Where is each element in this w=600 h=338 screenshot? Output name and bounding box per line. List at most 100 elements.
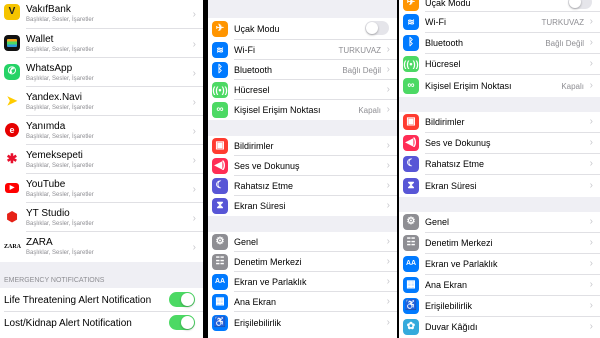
chevron-right-icon: ›	[192, 39, 196, 50]
app-name: Yanımda	[26, 121, 66, 132]
screen-time-row[interactable]: ⧗ Ekran Süresi ›	[399, 175, 600, 197]
section-gap	[399, 97, 600, 112]
home-screen-row[interactable]: ▦ Ana Ekran ›	[208, 292, 397, 312]
wallpaper-row[interactable]: ✿ Duvar Kâğıdı ›	[399, 317, 600, 338]
hourglass-icon: ⧗	[403, 178, 419, 194]
vakifbank-icon: V	[4, 4, 20, 20]
airplane-mode-label: Uçak Modu	[234, 24, 280, 34]
accessibility-label: Erişilebilirlik	[425, 301, 473, 311]
life-threatening-alert-row: Life Threatening Alert Notification	[0, 288, 203, 312]
hotspot-value: Kapalı	[561, 82, 584, 91]
chevron-right-icon: ›	[386, 236, 390, 247]
gear-icon: ⚙	[403, 214, 419, 230]
whatsapp-icon: ✆	[4, 64, 20, 80]
control-center-row[interactable]: ☷ Denetim Merkezi ›	[399, 233, 600, 254]
section-gap	[399, 197, 600, 212]
bluetooth-icon: ᛒ	[403, 35, 419, 51]
display-row[interactable]: AA Ekran ve Parlaklık ›	[208, 272, 397, 292]
dnd-row[interactable]: ☾ Rahatsız Etme ›	[208, 176, 397, 196]
screen-time-row[interactable]: ⧗ Ekran Süresi ›	[208, 196, 397, 216]
lost-kidnap-alert-row: Lost/Kidnap Alert Notification	[0, 312, 203, 338]
bluetooth-icon: ᛒ	[212, 62, 228, 78]
general-label: Genel	[234, 237, 259, 247]
app-name: WhatsApp	[26, 63, 73, 74]
app-row-wallet[interactable]: Wallet Başlıklar, Sesler, İşaretler ›	[0, 29, 203, 58]
wifi-row[interactable]: ≋ Wi-Fi TURKUVAZ ›	[208, 40, 397, 60]
settings-screen-left: ✈ Uçak Modu ≋ Wi-Fi TURKUVAZ › ᛒ Bluetoo…	[208, 0, 397, 338]
app-row-yandex-navi[interactable]: ➤ Yandex.Navi Başlıklar, Sesler, İşaretl…	[0, 87, 203, 116]
emergency-section-header: EMERGENCY NOTIFICATIONS	[4, 277, 105, 284]
notifications-row[interactable]: ▣ Bildirimler ›	[399, 112, 600, 133]
lost-kidnap-alert-toggle[interactable]	[169, 315, 195, 330]
zara-icon: ZARA	[4, 239, 21, 255]
sounds-row[interactable]: ◀) Ses ve Dokunuş ›	[208, 156, 397, 176]
notifications-label: Bildirimler	[425, 117, 465, 127]
app-row-yemeksepeti[interactable]: ✱ Yemeksepeti Başlıklar, Sesler, İşaretl…	[0, 145, 203, 174]
chevron-right-icon: ›	[589, 279, 593, 290]
chevron-right-icon: ›	[386, 256, 390, 267]
app-subtitle: Başlıklar, Sesler, İşaretler	[26, 17, 94, 23]
chevron-right-icon: ›	[589, 116, 593, 127]
screen-time-label: Ekran Süresi	[425, 181, 477, 191]
app-row-whatsapp[interactable]: ✆ WhatsApp Başlıklar, Sesler, İşaretler …	[0, 58, 203, 87]
app-row-yanimda[interactable]: e Yanımda Başlıklar, Sesler, İşaretler ›	[0, 116, 203, 145]
chevron-right-icon: ›	[386, 180, 390, 191]
hotspot-label: Kişisel Erişim Noktası	[425, 81, 512, 91]
moon-icon: ☾	[212, 178, 228, 194]
chevron-right-icon: ›	[386, 64, 390, 75]
notifications-icon: ▣	[403, 114, 419, 130]
dnd-label: Rahatsız Etme	[425, 159, 485, 169]
chevron-right-icon: ›	[192, 213, 196, 224]
hotspot-icon: ∞	[212, 102, 228, 118]
gear-icon: ⚙	[212, 234, 228, 250]
accessibility-row[interactable]: ♿ Erişilebilirlik ›	[208, 312, 397, 338]
chevron-right-icon: ›	[589, 58, 593, 69]
notifications-row[interactable]: ▣ Bildirimler ›	[208, 136, 397, 156]
top-gap	[208, 0, 397, 18]
general-row[interactable]: ⚙ Genel ›	[399, 212, 600, 233]
accessibility-icon: ♿	[403, 298, 419, 314]
home-screen-label: Ana Ekran	[425, 280, 468, 290]
bluetooth-label: Bluetooth	[425, 38, 464, 48]
chevron-right-icon: ›	[386, 84, 390, 95]
hotspot-value: Kapalı	[358, 106, 381, 115]
home-screen-row[interactable]: ▦ Ana Ekran ›	[399, 275, 600, 296]
control-center-row[interactable]: ☷ Denetim Merkezi ›	[208, 252, 397, 272]
bluetooth-row[interactable]: ᛒ Bluetooth Bağlı Değil ›	[208, 60, 397, 80]
sounds-label: Ses ve Dokunuş	[234, 161, 300, 171]
sounds-row[interactable]: ◀) Ses ve Dokunuş ›	[399, 133, 600, 154]
display-row[interactable]: AA Ekran ve Parlaklık ›	[399, 254, 600, 275]
display-brightness-icon: AA	[212, 274, 228, 290]
airplane-mode-toggle[interactable]	[568, 0, 592, 9]
app-row-yt-studio[interactable]: ⬢ YT Studio Başlıklar, Sesler, İşaretler…	[0, 203, 203, 232]
app-name: Yandex.Navi	[26, 92, 82, 103]
airplane-mode-toggle[interactable]	[365, 21, 389, 35]
chevron-right-icon: ›	[589, 216, 593, 227]
app-subtitle: Başlıklar, Sesler, İşaretler	[26, 134, 94, 140]
control-center-icon: ☷	[403, 235, 419, 251]
hotspot-row[interactable]: ∞ Kişisel Erişim Noktası Kapalı ›	[208, 100, 397, 120]
cellular-row[interactable]: ((•)) Hücresel ›	[208, 80, 397, 100]
dnd-row[interactable]: ☾ Rahatsız Etme ›	[399, 154, 600, 175]
cellular-row[interactable]: ((•)) Hücresel ›	[399, 54, 600, 75]
app-name: Wallet	[26, 34, 54, 45]
notifications-icon: ▣	[212, 138, 228, 154]
bluetooth-row[interactable]: ᛒ Bluetooth Bağlı Değil ›	[399, 33, 600, 54]
app-row-zara[interactable]: ZARA ZARA Başlıklar, Sesler, İşaretler ›	[0, 232, 203, 262]
wifi-row[interactable]: ≋ Wi-Fi TURKUVAZ ›	[399, 12, 600, 33]
chevron-right-icon: ›	[386, 296, 390, 307]
chevron-right-icon: ›	[589, 321, 593, 332]
hotspot-row[interactable]: ∞ Kişisel Erişim Noktası Kapalı ›	[399, 75, 600, 97]
accessibility-label: Erişilebilirlik	[234, 318, 282, 328]
general-row[interactable]: ⚙ Genel ›	[208, 232, 397, 252]
control-center-label: Denetim Merkezi	[234, 257, 302, 267]
wifi-value: TURKUVAZ	[338, 46, 381, 55]
app-row-vakifbank[interactable]: V VakıfBank Başlıklar, Sesler, İşaretler…	[0, 0, 203, 29]
accessibility-row[interactable]: ♿ Erişilebilirlik ›	[399, 296, 600, 317]
life-threatening-alert-toggle[interactable]	[169, 292, 195, 307]
chevron-right-icon: ›	[589, 137, 593, 148]
yanimda-icon: e	[4, 122, 20, 138]
app-row-youtube[interactable]: ▶ YouTube Başlıklar, Sesler, İşaretler ›	[0, 174, 203, 203]
home-screen-icon: ▦	[212, 294, 228, 310]
cellular-label: Hücresel	[425, 59, 461, 69]
